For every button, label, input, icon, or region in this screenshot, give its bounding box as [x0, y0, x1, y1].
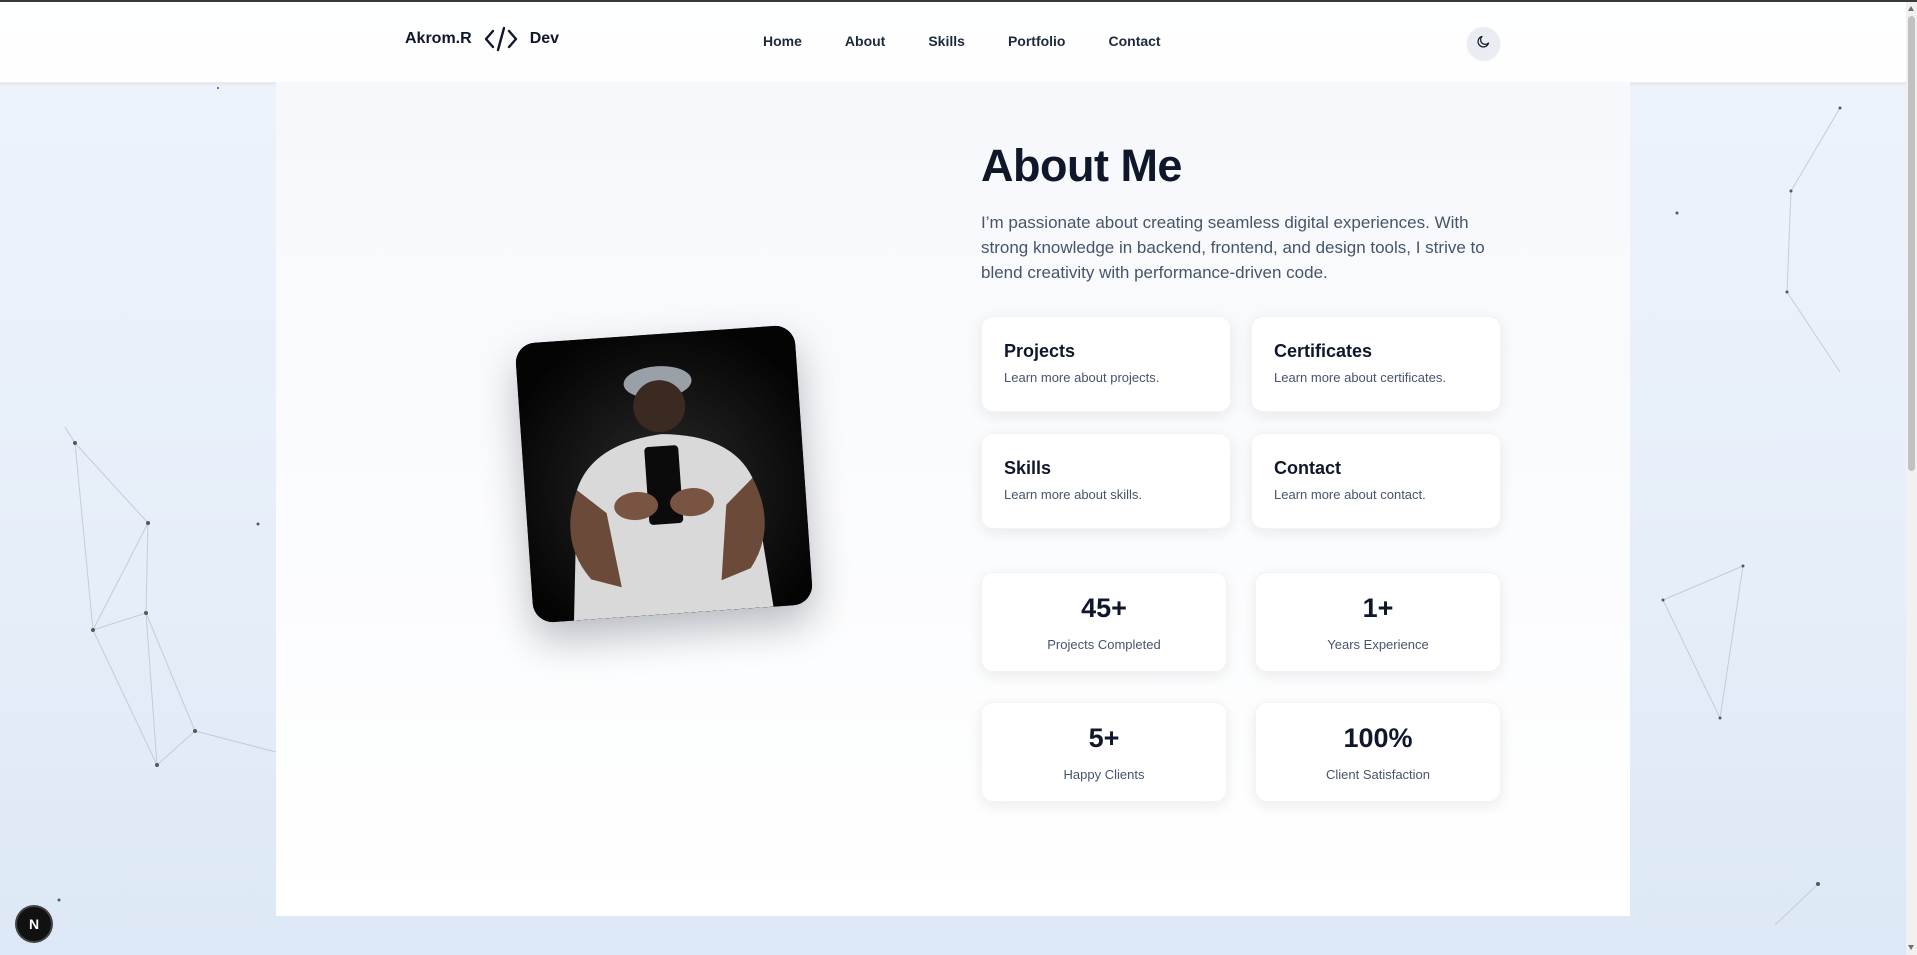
site-header: Akrom.R Dev Home About Skills Portfolio … [0, 2, 1906, 83]
theme-toggle-button[interactable] [1467, 27, 1500, 60]
stat-years-experience: 1+ Years Experience [1255, 572, 1501, 672]
logo-suffix: Dev [529, 30, 560, 47]
stat-label: Happy Clients [1063, 767, 1145, 782]
card-projects[interactable]: Projects Learn more about projects. [981, 316, 1231, 412]
profile-photo [514, 324, 814, 624]
card-skills[interactable]: Skills Learn more about skills. [981, 433, 1231, 529]
main-nav: Home About Skills Portfolio Contact [763, 33, 1204, 49]
card-description: Learn more about contact. [1274, 487, 1426, 502]
nav-contact[interactable]: Contact [1108, 33, 1160, 49]
stat-label: Projects Completed [1047, 637, 1161, 652]
nav-portfolio[interactable]: Portfolio [1008, 33, 1066, 49]
moon-icon [1476, 34, 1491, 54]
card-description: Learn more about certificates. [1274, 370, 1446, 385]
stat-value: 45+ [1081, 593, 1127, 623]
card-title: Certificates [1274, 341, 1373, 361]
card-description: Learn more about skills. [1004, 487, 1143, 502]
stat-label: Years Experience [1327, 637, 1429, 652]
stat-value: 5+ [1088, 723, 1120, 753]
stat-projects-completed: 45+ Projects Completed [981, 572, 1227, 672]
stat-happy-clients: 5+ Happy Clients [981, 702, 1227, 802]
card-description: Learn more about projects. [1004, 370, 1160, 385]
logo[interactable]: Akrom.R Dev [405, 26, 559, 52]
card-title: Skills [1004, 458, 1052, 478]
code-icon [484, 26, 518, 52]
card-certificates[interactable]: Certificates Learn more about certificat… [1251, 316, 1501, 412]
page-title: About Me [981, 140, 1182, 191]
stat-value: 100% [1343, 723, 1413, 753]
card-title: Projects [1004, 341, 1076, 361]
scroll-down-arrow-icon[interactable] [1908, 945, 1914, 950]
logo-name: Akrom.R [405, 30, 472, 47]
scrollbar[interactable] [1906, 2, 1917, 955]
stat-label: Client Satisfaction [1325, 767, 1431, 782]
scroll-thumb[interactable] [1908, 16, 1915, 471]
nav-skills[interactable]: Skills [928, 33, 965, 49]
nav-home[interactable]: Home [763, 33, 802, 49]
card-contact[interactable]: Contact Learn more about contact. [1251, 433, 1501, 529]
scroll-up-arrow-icon[interactable] [1908, 6, 1914, 11]
about-description: I’m passionate about creating seamless d… [981, 213, 1485, 282]
stat-client-satisfaction: 100% Client Satisfaction [1255, 702, 1501, 802]
nav-about[interactable]: About [845, 33, 885, 49]
card-title: Contact [1274, 458, 1341, 478]
nextjs-dev-badge[interactable]: N [17, 907, 51, 941]
stat-value: 1+ [1362, 593, 1394, 623]
